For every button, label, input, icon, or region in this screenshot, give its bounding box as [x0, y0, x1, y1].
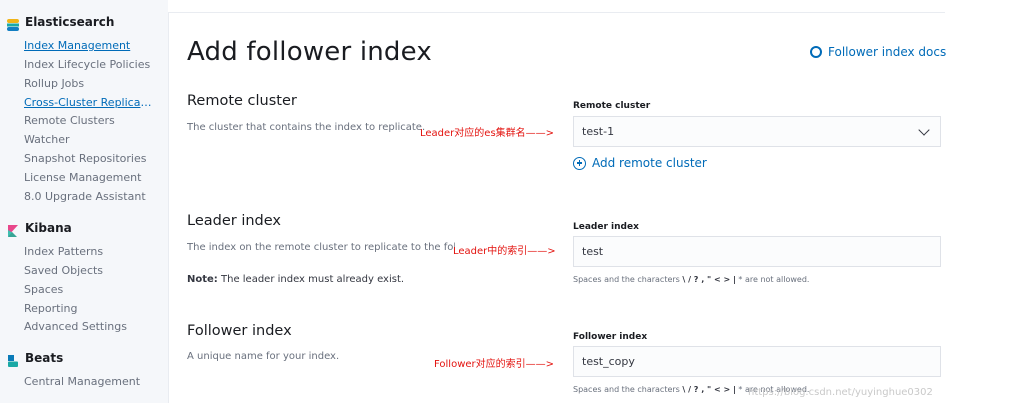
sidebar-item-license-management[interactable]: License Management — [24, 171, 141, 185]
page-title: Add follower index — [187, 37, 432, 67]
follower-index-annotation: Follower对应的索引——> — [434, 359, 555, 370]
sidebar-item-snapshot-repositories[interactable]: Snapshot Repositories — [24, 152, 146, 166]
add-remote-cluster-button[interactable]: Add remote cluster — [573, 156, 707, 170]
watermark: https://blog.csdn.net/yuyinghue0302 — [748, 387, 933, 398]
sidebar-item-cross-cluster-replication[interactable]: Cross-Cluster Replicati... — [24, 96, 154, 110]
sidebar-section-title: Beats — [25, 351, 64, 365]
sidebar-item-central-management[interactable]: Central Management — [24, 375, 140, 389]
leader-index-label: Leader index — [573, 222, 639, 232]
leader-index-input[interactable]: test — [573, 236, 941, 267]
help-suffix: are not allowed. — [744, 275, 810, 284]
elasticsearch-logo-icon — [7, 16, 19, 31]
sidebar-item-watcher[interactable]: Watcher — [24, 133, 70, 147]
leader-index-note: Note: The leader index must already exis… — [187, 274, 404, 285]
kibana-logo-icon — [7, 222, 19, 237]
follower-index-value: test_copy — [582, 355, 635, 368]
sidebar-item-saved-objects[interactable]: Saved Objects — [24, 264, 103, 278]
sidebar-item-index-patterns[interactable]: Index Patterns — [24, 245, 103, 259]
plus-circle-icon — [573, 156, 586, 170]
leader-index-title: Leader index — [187, 213, 281, 229]
sidebar-item-index-lifecycle-policies[interactable]: Index Lifecycle Policies — [24, 58, 150, 72]
leader-index-annotation: Leader中的索引——> — [453, 246, 556, 257]
sidebar: Elasticsearch Index Management Index Lif… — [0, 0, 168, 403]
sidebar-item-index-management[interactable]: Index Management — [24, 39, 130, 53]
sidebar-item-advanced-settings[interactable]: Advanced Settings — [24, 320, 127, 334]
remote-cluster-select[interactable]: test-1 — [573, 116, 941, 147]
help-chars: \ / ? , " < > | — [682, 385, 736, 394]
sidebar-item-rollup-jobs[interactable]: Rollup Jobs — [24, 77, 84, 91]
help-prefix: Spaces and the characters — [573, 275, 683, 284]
beats-logo-icon — [7, 352, 19, 367]
follower-index-title: Follower index — [187, 323, 292, 339]
leader-index-help: Spaces and the characters \ / ? , " < > … — [573, 275, 809, 284]
help-icon — [810, 46, 822, 58]
sidebar-item-upgrade-assistant[interactable]: 8.0 Upgrade Assistant — [24, 190, 146, 204]
help-star: * — [735, 275, 745, 284]
follower-index-description: A unique name for your index. — [187, 351, 340, 362]
sidebar-item-spaces[interactable]: Spaces — [24, 283, 63, 297]
leader-index-value: test — [582, 245, 604, 258]
sidebar-section-kibana: Kibana — [7, 220, 72, 237]
sidebar-section-beats: Beats — [7, 350, 64, 367]
remote-cluster-annotation: Leader对应的es集群名——> — [420, 128, 555, 139]
help-star: * — [735, 385, 745, 394]
note-prefix: Note: — [187, 274, 218, 285]
main-panel — [168, 12, 945, 403]
remote-cluster-value: test-1 — [582, 125, 615, 138]
help-prefix: Spaces and the characters — [573, 385, 683, 394]
follower-index-input[interactable]: test_copy — [573, 346, 941, 377]
remote-cluster-label: Remote cluster — [573, 101, 651, 111]
sidebar-section-title: Kibana — [25, 221, 72, 235]
chevron-down-icon — [918, 124, 930, 136]
docs-link-label: Follower index docs — [828, 45, 947, 59]
sidebar-item-remote-clusters[interactable]: Remote Clusters — [24, 114, 115, 128]
add-remote-cluster-label: Add remote cluster — [592, 156, 707, 170]
follower-index-docs-link[interactable]: Follower index docs — [810, 45, 946, 59]
follower-index-label: Follower index — [573, 332, 648, 342]
remote-cluster-title: Remote cluster — [187, 93, 297, 109]
note-text: The leader index must already exist. — [217, 274, 405, 285]
sidebar-section-title: Elasticsearch — [25, 15, 115, 29]
leader-index-description: The index on the remote cluster to repli… — [187, 242, 455, 253]
remote-cluster-description: The cluster that contains the index to r… — [187, 122, 426, 133]
help-chars: \ / ? , " < > | — [682, 275, 736, 284]
sidebar-section-elasticsearch: Elasticsearch — [7, 14, 115, 31]
sidebar-item-reporting[interactable]: Reporting — [24, 302, 77, 316]
